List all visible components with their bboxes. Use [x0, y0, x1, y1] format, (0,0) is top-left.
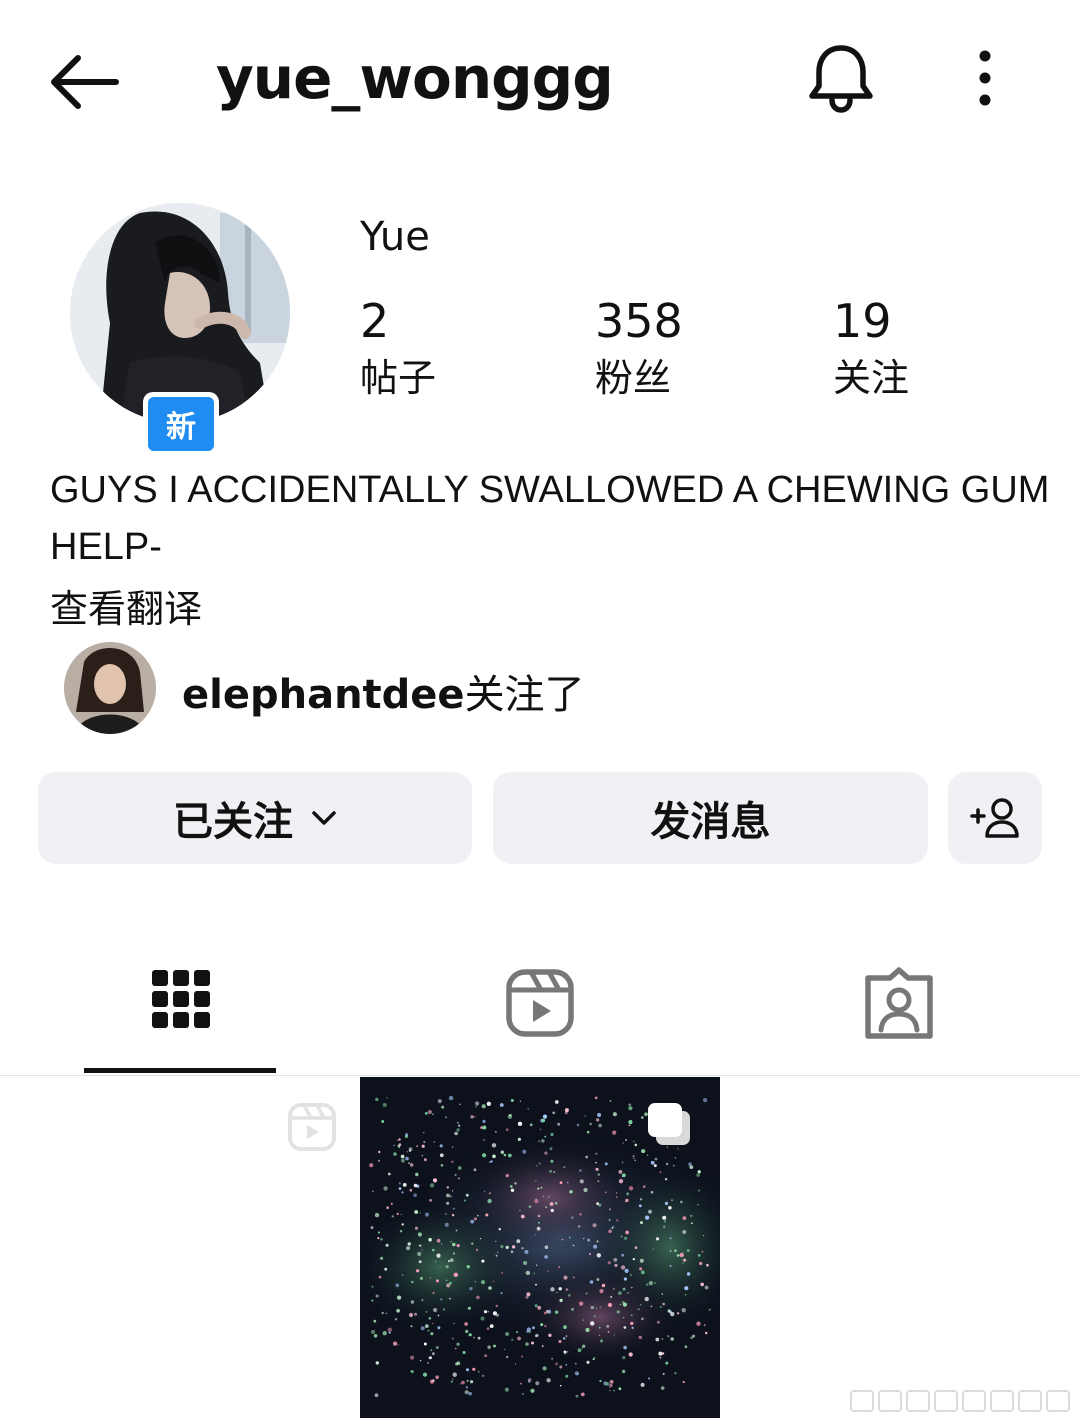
message-button[interactable]: 发消息 — [493, 772, 928, 864]
stat-followers[interactable]: 358 粉丝 — [595, 294, 683, 408]
post-thumbnail[interactable] — [360, 1077, 720, 1418]
bell-icon[interactable] — [806, 42, 876, 114]
multiple-photos-icon — [648, 1103, 690, 1145]
tabs-divider — [0, 1075, 1080, 1076]
top-bar: yue_wonggg — [0, 0, 1080, 160]
profile-avatar[interactable] — [70, 203, 290, 423]
active-tab-indicator — [84, 1068, 276, 1073]
grid-icon[interactable] — [136, 960, 226, 1050]
message-button-label: 发消息 — [650, 799, 771, 845]
arrow-left-icon[interactable] — [48, 52, 120, 112]
add-user-button[interactable] — [948, 772, 1042, 864]
profile-username: yue_wonggg — [216, 44, 614, 112]
add-user-icon — [970, 798, 1019, 838]
stat-following-count: 19 — [833, 294, 892, 348]
followed-by-text[interactable]: elephantdee关注了 — [182, 662, 585, 720]
stat-posts[interactable]: 2 帖子 — [360, 294, 436, 408]
new-badge: 新 — [143, 392, 219, 456]
following-button-label: 已关注 — [173, 799, 293, 845]
tagged-person-icon[interactable] — [854, 960, 944, 1050]
display-name: Yue — [360, 214, 430, 260]
stat-followers-count: 358 — [595, 294, 683, 348]
bio-text: GUYS I ACCIDENTALLY SWALLOWED A CHEWING … — [50, 469, 1050, 568]
mutual-follower-username[interactable]: elephantdee — [182, 672, 465, 718]
reels-icon[interactable] — [495, 960, 585, 1050]
new-badge-label: 新 — [148, 397, 214, 451]
stat-followers-label: 粉丝 — [595, 356, 672, 400]
post-thumbnail[interactable] — [0, 1077, 360, 1418]
chevron-down-icon — [312, 811, 336, 825]
following-button[interactable]: 已关注 — [38, 772, 472, 864]
see-translation-link[interactable]: 查看翻译 — [50, 578, 202, 633]
followed-by-suffix: 关注了 — [464, 672, 585, 718]
post-thumbnail[interactable] — [720, 1077, 1080, 1418]
stat-posts-count: 2 — [360, 294, 390, 348]
stat-following[interactable]: 19 关注 — [833, 294, 909, 408]
more-vertical-icon[interactable] — [968, 48, 1002, 108]
reel-indicator-icon — [288, 1103, 336, 1151]
watermark — [850, 1390, 1070, 1412]
stat-following-label: 关注 — [833, 356, 910, 400]
mutual-follower-avatar[interactable] — [64, 642, 156, 734]
stat-posts-label: 帖子 — [360, 356, 437, 400]
